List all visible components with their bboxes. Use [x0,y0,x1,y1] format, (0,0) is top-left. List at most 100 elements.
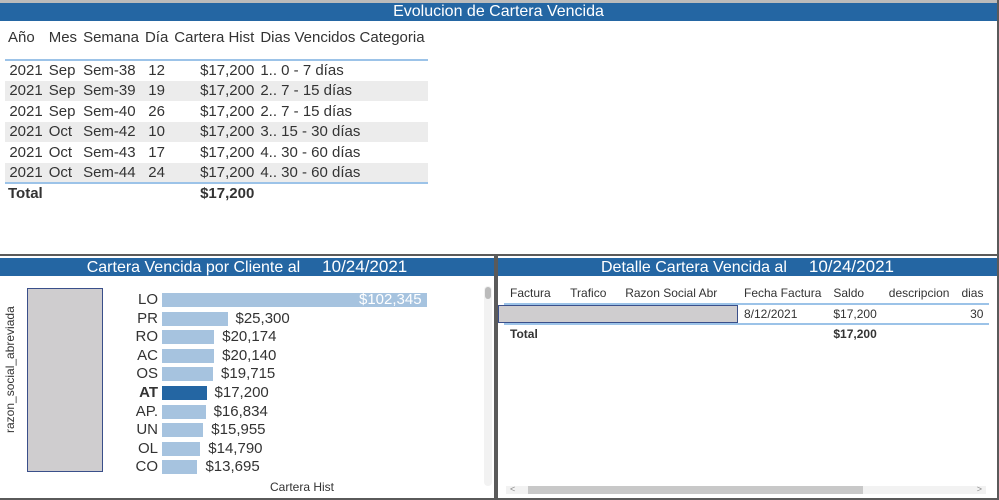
column-header[interactable]: dias [955,282,989,304]
table-cell: $17,200 [171,80,258,101]
data-label: $15,955 [211,421,266,439]
category-label: AT [139,384,158,401]
data-label: $13,695 [205,458,260,476]
fecha-cell: 8/12/2021 [744,307,798,321]
table-cell: Sem-39 [80,80,142,101]
bar[interactable] [162,348,215,363]
bar[interactable] [162,330,215,345]
table-cell: 12 [141,59,172,81]
column-header[interactable]: Fecha Factura [738,282,827,304]
table-cell: Sep [48,102,76,120]
table-cell: Sep [45,59,81,81]
category-label: AP. [135,402,158,420]
column-header[interactable]: Año [5,27,46,60]
table-cell: $17,200 [200,102,255,120]
category-label: LO [137,291,158,308]
table-cell: 19 [141,80,172,101]
panel-title: Evolucion de Cartera Vencida [0,3,997,21]
table-row[interactable]: 2021 Sep Sem-38 12 $17,200 1.. 0 - 7 días [5,59,428,81]
bar[interactable] [162,386,207,400]
data-label: $17,200 [214,384,269,401]
total-value: $17,200 [833,326,877,341]
column-header[interactable]: Semana [80,27,142,60]
table-cell: Oct [48,143,73,161]
table-cell: 4.. 30 - 60 días [257,162,428,183]
table-row[interactable]: 2021 Oct Sem-44 24 $17,200 4.. 30 - 60 días [5,162,428,183]
total-value: $17,200 [171,182,258,204]
saldo-cell: $17,200 [833,307,877,321]
data-label: $25,300 [235,309,290,327]
data-label: $20,140 [222,346,277,364]
table-cell: 2021 [5,162,46,183]
bar[interactable] [162,404,206,419]
data-label: $14,790 [208,439,263,457]
table-cell: 2.. 7 - 15 días [260,102,353,120]
evolucion-table: Año Mes Semana Día Cartera Hist Dias Vencidos… [5,27,428,204]
table-cell: 2021 [5,80,46,101]
bar[interactable] [162,367,214,382]
column-header[interactable]: Saldo [827,282,882,304]
x-axis-label: Cartera Hist [270,480,335,494]
table-cell: 4.. 30 - 60 días [260,143,361,161]
category-label: OS [136,365,158,383]
category-label: CO [135,458,159,476]
table-cell: 2021 [9,143,43,161]
table-cell: 3.. 15 - 30 días [257,121,428,142]
table-cell: Sem-42 [80,121,142,142]
column-header[interactable]: Dias Vencidos Categoria [257,27,427,60]
column-header[interactable]: Razon Social Abr [619,282,738,304]
bar[interactable] [162,311,228,326]
table-row[interactable]: 2021 Oct Sem-43 17 $17,200 4.. 30 - 60 días [5,142,428,163]
table-cell: 2.. 7 - 15 días [257,80,428,101]
table-cell: 2021 [5,121,46,142]
column-header[interactable]: descripcion [883,282,956,304]
data-label: $16,834 [213,402,268,420]
table-row[interactable]: 2021 Sep Sem-40 26 $17,200 2.. 7 - 15 días [5,101,428,122]
table-cell: 2021 [9,102,43,120]
table-cell: 24 [141,162,172,183]
redacted-region [27,288,103,472]
category-label: OL [137,439,158,457]
category-label: RO [135,328,159,346]
table-cell: $17,200 [171,59,258,81]
table-row[interactable]: 8/12/2021 $17,200 30 [498,304,990,324]
category-label: UN [136,421,158,439]
column-header[interactable]: Cartera Hist [171,27,257,60]
table-cell: 1.. 0 - 7 días [257,59,428,81]
bar[interactable] [162,460,198,475]
column-header[interactable]: Mes [46,27,80,60]
cartera-por-cliente-panel: Cartera Vencida por Cliente al 10/24/2021… [0,256,494,498]
table-cell: Oct [45,121,81,142]
category-label: PR [137,309,158,327]
data-label: $20,174 [222,328,277,346]
category-label: AC [137,346,158,364]
dias-cell: 30 [970,307,984,321]
table-cell: Sem-38 [80,59,142,81]
column-header[interactable]: Factura [504,282,564,304]
table-cell: Sem-44 [80,162,142,183]
bar[interactable] [162,423,204,438]
table-cell: $17,200 [171,162,258,183]
bar[interactable] [162,441,201,456]
table-cell: 2021 [5,59,46,81]
table-cell: Sem-43 [83,143,136,161]
table-cell: $17,200 [171,121,258,142]
column-header[interactable]: Día [142,27,171,60]
detalle-table: Factura Trafico Razon Social Abr Fecha Fact… [498,282,990,342]
table-row[interactable]: 2021 Oct Sem-42 10 $17,200 3.. 15 - 30 días [5,121,428,142]
vertical-scrollbar[interactable] [484,286,492,486]
column-header[interactable]: Trafico [564,282,619,304]
table-cell: 10 [141,121,172,142]
table-row[interactable]: 2021 Sep Sem-39 19 $17,200 2.. 7 - 15 días [5,80,428,101]
table-cell: 26 [148,102,165,120]
y-axis-label: razon_social_abreviada [3,306,17,433]
chart-title: Cartera Vencida por Cliente al 10/24/2021 [0,258,494,276]
redacted-region [498,305,738,323]
table-cell: $17,200 [200,143,255,161]
evolucion-panel: Evolucion de Cartera Vencida Año Mes Seman… [0,0,997,254]
total-label: Total [510,326,538,341]
total-label: Total [5,182,46,204]
horizontal-scrollbar[interactable]: < > [506,484,986,494]
data-label: $102,345 [359,291,422,308]
chart-date: 10/24/2021 [322,257,408,276]
